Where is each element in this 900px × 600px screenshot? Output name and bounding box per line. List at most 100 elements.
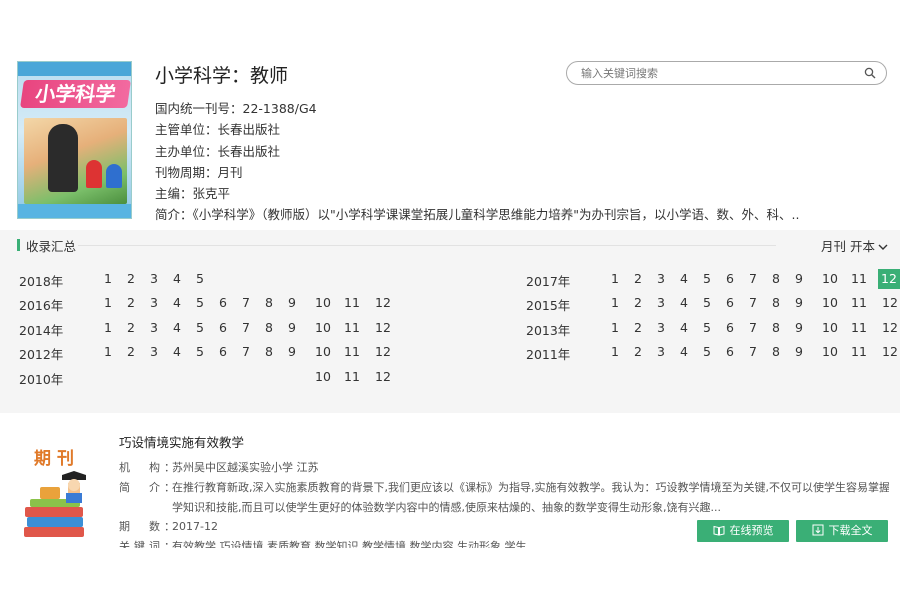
issue-link[interactable]: 11	[342, 318, 362, 338]
issue-link[interactable]: 9	[793, 293, 805, 313]
issue-link[interactable]: 8	[770, 318, 782, 338]
issue-link[interactable]: 5	[194, 318, 206, 338]
issue-link[interactable]: 9	[286, 318, 298, 338]
issue-link[interactable]: 5	[701, 293, 713, 313]
issue-link[interactable]: 1	[609, 293, 621, 313]
issue-link[interactable]: 4	[171, 293, 183, 313]
issue-link[interactable]: 7	[747, 293, 759, 313]
issue-link[interactable]: 7	[747, 269, 759, 289]
issue-link[interactable]: 8	[770, 269, 782, 289]
issue-link[interactable]: 10	[313, 367, 333, 387]
issue-link[interactable]: 2	[125, 342, 137, 362]
issue-link[interactable]: 9	[286, 293, 298, 313]
issue-link[interactable]: 12	[373, 367, 393, 387]
issue-link[interactable]: 6	[217, 342, 229, 362]
issue-link[interactable]: 12	[373, 318, 393, 338]
issue-link[interactable]: 3	[655, 269, 667, 289]
issue-link[interactable]: 3	[148, 293, 160, 313]
issue-link[interactable]: 6	[724, 342, 736, 362]
issue-link[interactable]: 2	[125, 269, 137, 289]
issue-link[interactable]: 2	[125, 293, 137, 313]
download-button[interactable]: 下载全文	[796, 520, 888, 542]
issue-link[interactable]: 2	[125, 318, 137, 338]
issue-link[interactable]: 7	[747, 318, 759, 338]
issue-link[interactable]: 10	[820, 318, 840, 338]
issue-link[interactable]: 12	[880, 342, 900, 362]
issue-link[interactable]: 10	[313, 342, 333, 362]
issue-link[interactable]: 10	[313, 293, 333, 313]
issue-link[interactable]: 11	[849, 318, 869, 338]
issue-link[interactable]: 8	[263, 342, 275, 362]
issue-link[interactable]: 7	[240, 318, 252, 338]
issue-link[interactable]: 12	[880, 318, 900, 338]
search-icon[interactable]	[864, 67, 876, 79]
issue-link[interactable]: 5	[701, 342, 713, 362]
issue-link[interactable]: 4	[678, 318, 690, 338]
issue-link[interactable]: 9	[793, 269, 805, 289]
issue-link[interactable]: 10	[313, 318, 333, 338]
issue-link[interactable]: 2	[632, 318, 644, 338]
issue-link[interactable]: 4	[678, 269, 690, 289]
issue-link[interactable]: 8	[263, 318, 275, 338]
info-supervisor: 主管单位：长春出版社	[155, 122, 281, 138]
issue-link[interactable]: 5	[194, 293, 206, 313]
issue-link[interactable]: 10	[820, 269, 840, 289]
issue-link[interactable]: 3	[655, 318, 667, 338]
online-preview-button[interactable]: 在线预览	[697, 520, 789, 542]
issue-link[interactable]: 6	[217, 318, 229, 338]
issue-link[interactable]: 8	[263, 293, 275, 313]
issue-link[interactable]: 11	[849, 293, 869, 313]
issue-link[interactable]: 12	[878, 269, 900, 289]
issue-link[interactable]: 1	[102, 318, 114, 338]
issue-link[interactable]: 2	[632, 269, 644, 289]
article-title[interactable]: 巧设情境实施有效教学	[119, 432, 244, 451]
issue-link[interactable]: 6	[217, 293, 229, 313]
issue-link[interactable]: 3	[148, 269, 160, 289]
issue-link[interactable]: 11	[342, 293, 362, 313]
issue-link[interactable]: 1	[609, 342, 621, 362]
issue-link[interactable]: 5	[701, 318, 713, 338]
issue-link[interactable]: 11	[342, 367, 362, 387]
issue-link[interactable]: 7	[747, 342, 759, 362]
issue-link[interactable]: 1	[102, 293, 114, 313]
issue-link[interactable]: 9	[286, 342, 298, 362]
issue-link[interactable]: 3	[655, 293, 667, 313]
archive-year-row: 2016年 1 2 3 4 5 6 7 8 9 10 11 12	[19, 293, 399, 313]
issue-link[interactable]: 4	[171, 342, 183, 362]
issue-link[interactable]: 4	[678, 293, 690, 313]
issue-link[interactable]: 6	[724, 269, 736, 289]
issue-link[interactable]: 2	[632, 342, 644, 362]
issue-link[interactable]: 5	[701, 269, 713, 289]
issue-link[interactable]: 4	[678, 342, 690, 362]
issue-link[interactable]: 11	[342, 342, 362, 362]
issue-link[interactable]: 11	[849, 342, 869, 362]
issue-link[interactable]: 4	[171, 269, 183, 289]
sort-dropdown[interactable]: 月刊 开本	[821, 236, 888, 255]
issue-link[interactable]: 3	[655, 342, 667, 362]
issue-link[interactable]: 12	[373, 293, 393, 313]
issue-link[interactable]: 6	[724, 318, 736, 338]
issue-link[interactable]: 3	[148, 318, 160, 338]
issue-link[interactable]: 9	[793, 318, 805, 338]
issue-link[interactable]: 3	[148, 342, 160, 362]
issue-link[interactable]: 9	[793, 342, 805, 362]
issue-link[interactable]: 2	[632, 293, 644, 313]
issue-link[interactable]: 10	[820, 342, 840, 362]
issue-link[interactable]: 1	[102, 269, 114, 289]
issue-link[interactable]: 1	[102, 342, 114, 362]
issue-link[interactable]: 8	[770, 293, 782, 313]
issue-link[interactable]: 12	[373, 342, 393, 362]
issue-link[interactable]: 7	[240, 342, 252, 362]
search-input[interactable]	[581, 65, 851, 81]
issue-link[interactable]: 5	[194, 269, 206, 289]
issue-link[interactable]: 6	[724, 293, 736, 313]
issue-link[interactable]: 5	[194, 342, 206, 362]
issue-link[interactable]: 7	[240, 293, 252, 313]
issue-link[interactable]: 12	[880, 293, 900, 313]
issue-link[interactable]: 10	[820, 293, 840, 313]
issue-link[interactable]: 1	[609, 318, 621, 338]
issue-link[interactable]: 8	[770, 342, 782, 362]
issue-link[interactable]: 1	[609, 269, 621, 289]
issue-link[interactable]: 4	[171, 318, 183, 338]
issue-link[interactable]: 11	[849, 269, 869, 289]
